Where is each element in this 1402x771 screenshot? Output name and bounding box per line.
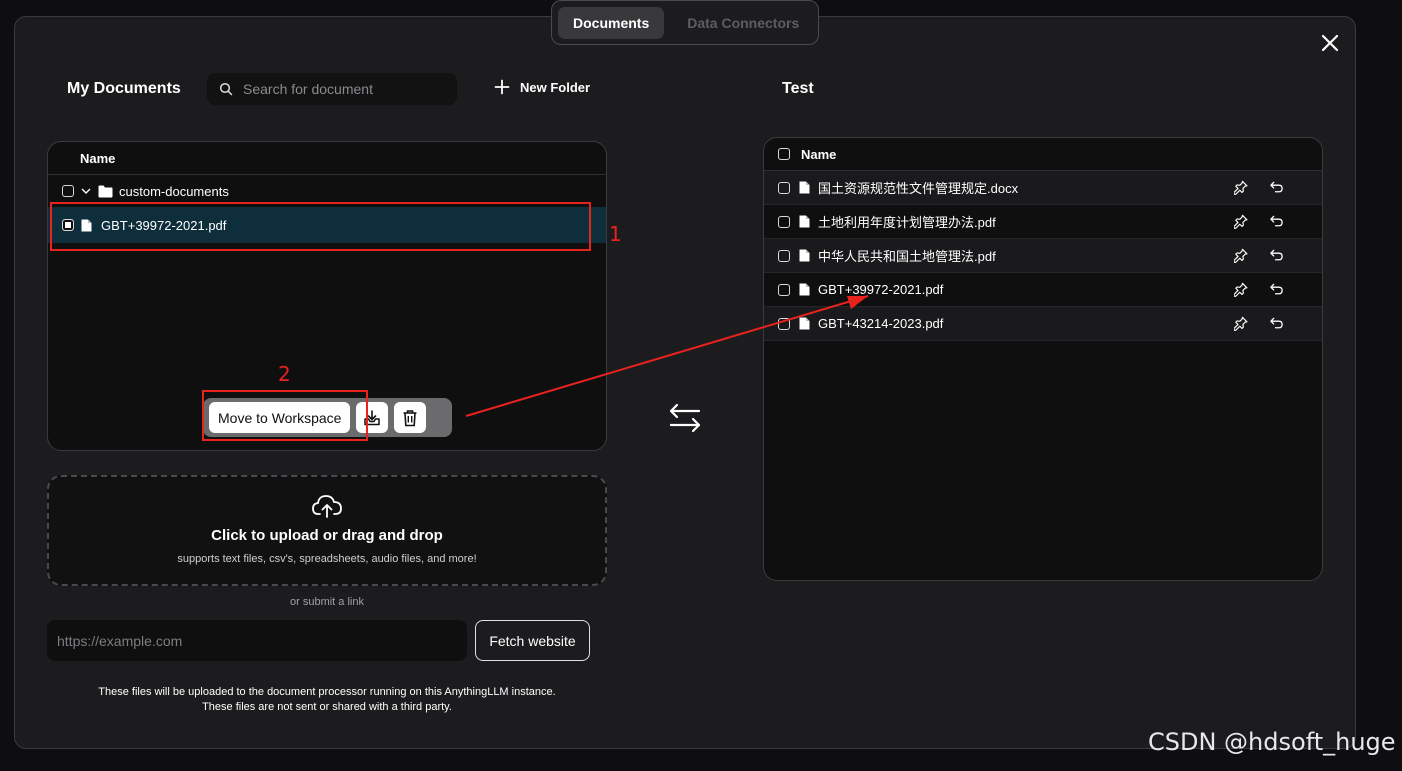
tab-documents[interactable]: Documents	[558, 6, 665, 39]
folder-checkbox[interactable]	[62, 185, 74, 197]
upload-subtitle: supports text files, csv's, spreadsheets…	[177, 553, 477, 565]
chevron-down-icon[interactable]	[80, 185, 92, 197]
or-submit-link-label: or submit a link	[290, 596, 364, 608]
annotation-box-1	[50, 202, 591, 251]
pin-icon[interactable]	[1234, 316, 1249, 331]
pin-icon[interactable]	[1234, 180, 1249, 195]
file-checkbox[interactable]	[778, 249, 790, 262]
cloud-upload-icon	[312, 495, 342, 518]
upload-note: These files will be uploaded to the docu…	[47, 685, 607, 715]
name-column-header: Name	[801, 146, 837, 162]
row-actions	[1234, 248, 1290, 263]
file-checkbox[interactable]	[778, 317, 790, 330]
workspace-title: Test	[782, 80, 814, 97]
workspace-file-list: 国土资源规范性文件管理规定.docx 土地利用年度计划管理办法.pdf 中华人民共和…	[764, 171, 1322, 341]
close-icon[interactable]	[1318, 31, 1342, 55]
pin-icon[interactable]	[1234, 214, 1249, 229]
workspace-file-row[interactable]: 中华人民共和国土地管理法.pdf	[764, 239, 1322, 273]
select-all-checkbox[interactable]	[778, 148, 790, 160]
folder-icon	[98, 185, 113, 197]
upload-title: Click to upload or drag and drop	[211, 527, 443, 544]
row-actions	[1234, 282, 1290, 297]
file-name: GBT+43214-2023.pdf	[818, 316, 944, 331]
watermark: CSDN @hdsoft_huge	[1148, 728, 1396, 756]
upload-dropzone[interactable]: Click to upload or drag and drop support…	[47, 475, 607, 586]
search-icon	[219, 82, 233, 96]
row-actions	[1234, 316, 1290, 331]
file-icon	[799, 181, 810, 194]
name-column-header: Name	[48, 142, 606, 175]
url-input[interactable]	[47, 620, 467, 661]
pin-icon[interactable]	[1234, 282, 1249, 297]
tab-data-connectors[interactable]: Data Connectors	[672, 7, 814, 39]
plus-icon	[494, 79, 510, 95]
file-name: 土地利用年度计划管理办法.pdf	[818, 215, 996, 230]
undo-remove-icon[interactable]	[1269, 316, 1284, 331]
row-actions	[1234, 180, 1290, 195]
workspace-header: Name	[764, 138, 1322, 171]
file-name: 中华人民共和国土地管理法.pdf	[818, 249, 996, 264]
upload-note-line-1: These files will be uploaded to the docu…	[98, 686, 556, 698]
file-checkbox[interactable]	[778, 215, 790, 228]
trash-icon	[403, 409, 417, 426]
workspace-file-row[interactable]: GBT+43214-2023.pdf	[764, 307, 1322, 341]
file-checkbox[interactable]	[778, 283, 790, 296]
workspace-file-row[interactable]: GBT+39972-2021.pdf	[764, 273, 1322, 307]
file-name: GBT+39972-2021.pdf	[818, 282, 944, 297]
workspace-file-row[interactable]: 国土资源规范性文件管理规定.docx	[764, 171, 1322, 205]
annotation-number-2: 2	[278, 362, 291, 386]
search-box[interactable]	[207, 73, 457, 105]
pin-icon[interactable]	[1234, 248, 1249, 263]
file-name: 国土资源规范性文件管理规定.docx	[818, 181, 1019, 196]
file-checkbox[interactable]	[778, 181, 790, 194]
upload-note-line-2: These files are not sent or shared with …	[202, 701, 452, 713]
new-folder-label: New Folder	[520, 79, 591, 95]
file-icon	[799, 317, 810, 330]
undo-remove-icon[interactable]	[1269, 248, 1284, 263]
my-documents-title: My Documents	[67, 80, 181, 97]
undo-remove-icon[interactable]	[1269, 282, 1284, 297]
row-actions	[1234, 214, 1290, 229]
swap-arrows-icon[interactable]	[668, 402, 702, 434]
file-icon	[799, 249, 810, 262]
delete-button[interactable]	[394, 402, 427, 433]
file-icon	[799, 215, 810, 228]
fetch-website-button[interactable]: Fetch website	[475, 620, 590, 661]
undo-remove-icon[interactable]	[1269, 180, 1284, 195]
search-input[interactable]	[243, 81, 433, 97]
new-folder-button[interactable]: New Folder	[494, 79, 590, 95]
undo-remove-icon[interactable]	[1269, 214, 1284, 229]
annotation-box-2	[202, 390, 368, 441]
workspace-file-row[interactable]: 土地利用年度计划管理办法.pdf	[764, 205, 1322, 239]
folder-name: custom-documents	[119, 183, 229, 199]
file-icon	[799, 283, 810, 296]
workspace-documents-panel: Name 国土资源规范性文件管理规定.docx 土地利用年度计划管理办法.pdf 中…	[763, 137, 1323, 581]
annotation-number-1: 1	[609, 222, 622, 246]
top-tab-bar: Documents Data Connectors	[551, 0, 819, 45]
